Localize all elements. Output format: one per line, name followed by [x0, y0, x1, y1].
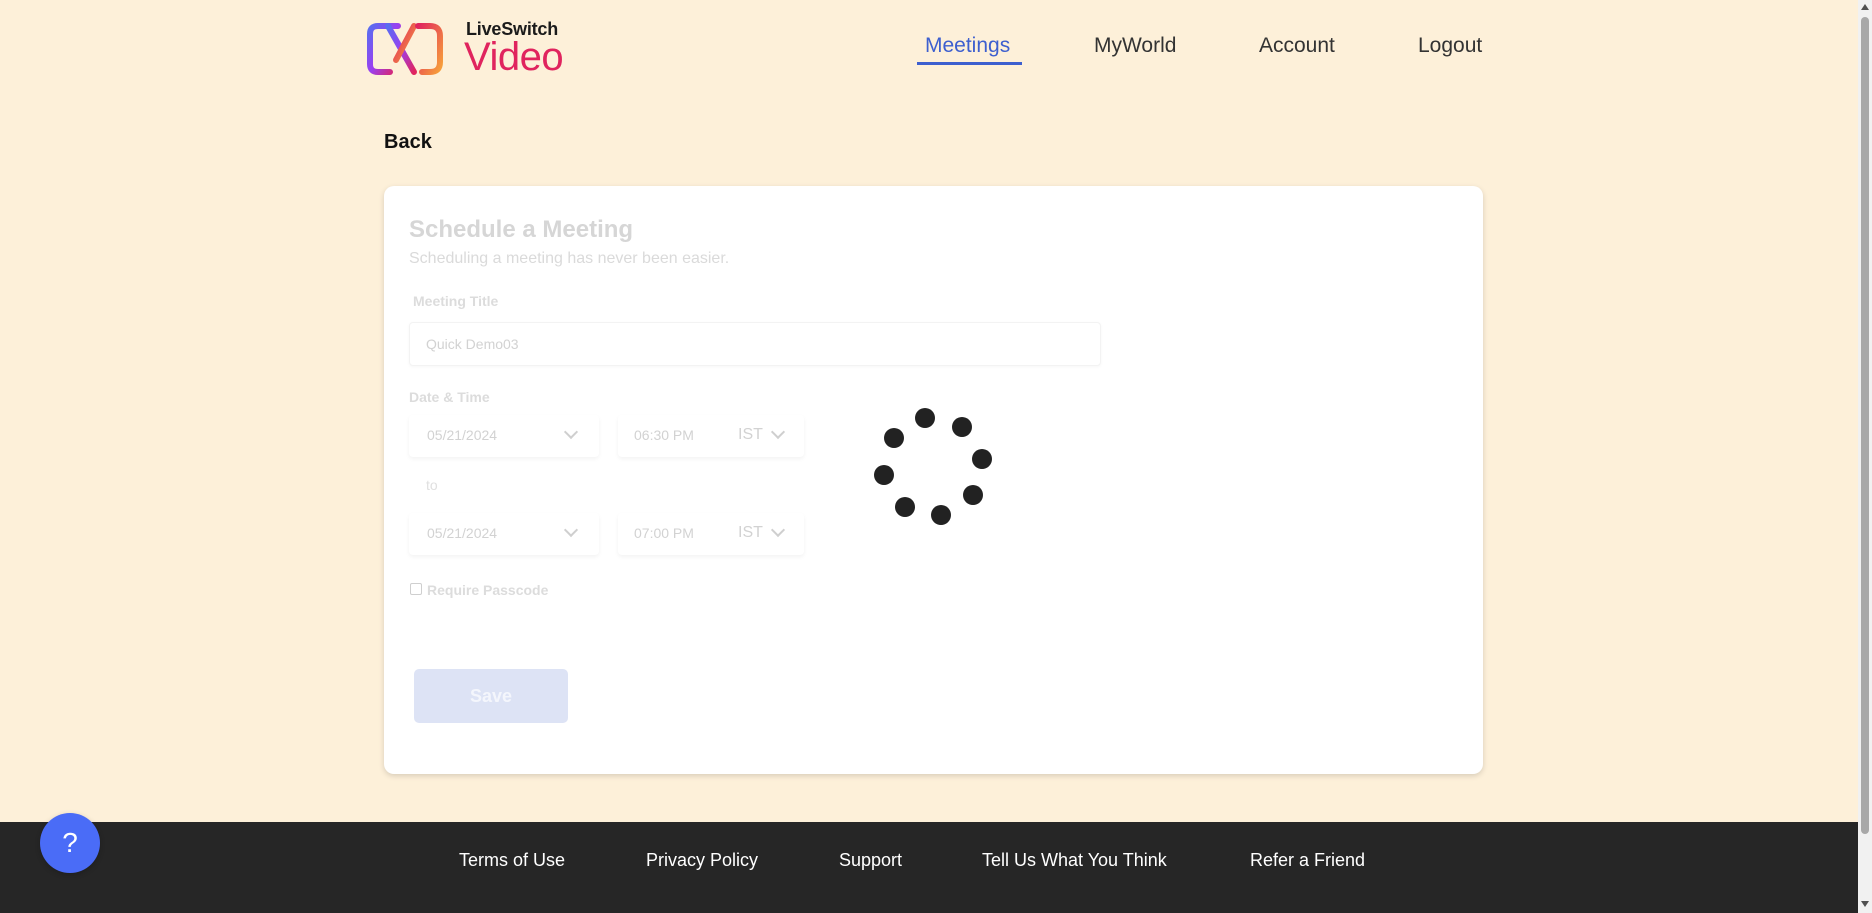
require-passcode-checkbox[interactable] — [410, 583, 422, 595]
page-title: Schedule a Meeting — [409, 216, 634, 243]
scroll-thumb[interactable] — [1861, 17, 1869, 834]
schedule-meeting-card: Schedule a Meeting Scheduling a meeting … — [384, 186, 1483, 774]
footer-support-link[interactable]: Support — [839, 850, 902, 871]
scroll-down-icon[interactable] — [1861, 901, 1869, 907]
spinner-dot — [972, 449, 992, 469]
question-mark-icon: ? — [62, 827, 78, 858]
spinner-dot — [931, 505, 951, 525]
start-time-value: 06:30 PM — [634, 427, 694, 443]
footer: Terms of Use Privacy Policy Support Tell… — [0, 822, 1858, 913]
date-time-label: Date & Time — [409, 389, 490, 405]
spinner-dot — [915, 408, 935, 428]
meeting-title-label: Meeting Title — [413, 293, 499, 309]
chevron-down-icon — [770, 424, 786, 440]
spinner-dot — [884, 428, 904, 448]
page-subtitle: Scheduling a meeting has never been easi… — [409, 250, 730, 267]
end-timezone: IST — [738, 524, 763, 541]
liveswitch-logo[interactable]: LiveSwitch Video — [366, 18, 576, 78]
end-time-select[interactable]: 07:00 PM IST — [618, 513, 804, 555]
start-time-select[interactable]: 06:30 PM IST — [618, 415, 804, 457]
chevron-down-icon — [563, 424, 579, 440]
help-button[interactable]: ? — [40, 813, 100, 873]
require-passcode-label: Require Passcode — [427, 582, 549, 598]
end-time-value: 07:00 PM — [634, 525, 694, 541]
footer-terms-link[interactable]: Terms of Use — [459, 850, 565, 871]
spinner-dot — [895, 497, 915, 517]
scroll-up-icon[interactable] — [1861, 4, 1869, 10]
spinner-dot — [963, 485, 983, 505]
footer-privacy-link[interactable]: Privacy Policy — [646, 850, 758, 871]
nav-account[interactable]: Account — [1259, 34, 1335, 58]
to-label: to — [426, 477, 438, 493]
page-scrollbar[interactable] — [1858, 0, 1872, 913]
chevron-down-icon — [770, 522, 786, 538]
logo-mark-icon — [367, 23, 443, 75]
chevron-down-icon — [563, 522, 579, 538]
footer-refer-link[interactable]: Refer a Friend — [1250, 850, 1365, 871]
save-button[interactable]: Save — [414, 669, 568, 723]
nav-myworld[interactable]: MyWorld — [1094, 34, 1176, 58]
nav-meetings[interactable]: Meetings — [925, 34, 1010, 58]
footer-feedback-link[interactable]: Tell Us What You Think — [982, 850, 1167, 871]
end-date-value: 05/21/2024 — [427, 525, 498, 541]
back-link[interactable]: Back — [384, 131, 432, 154]
meeting-title-input[interactable]: Quick Demo03 — [409, 322, 1101, 366]
spinner-dot — [952, 417, 972, 437]
start-date-value: 05/21/2024 — [427, 427, 498, 443]
nav-logout[interactable]: Logout — [1418, 34, 1482, 58]
start-timezone: IST — [738, 426, 763, 443]
header: LiveSwitch Video Meetings MyWorld Accoun… — [0, 0, 1858, 95]
meeting-title-value: Quick Demo03 — [426, 336, 519, 352]
start-date-select[interactable]: 05/21/2024 — [409, 415, 599, 457]
logo-text-big: Video — [464, 35, 564, 79]
spinner-dot — [874, 465, 894, 485]
end-date-select[interactable]: 05/21/2024 — [409, 513, 599, 555]
nav-active-indicator — [917, 62, 1022, 65]
